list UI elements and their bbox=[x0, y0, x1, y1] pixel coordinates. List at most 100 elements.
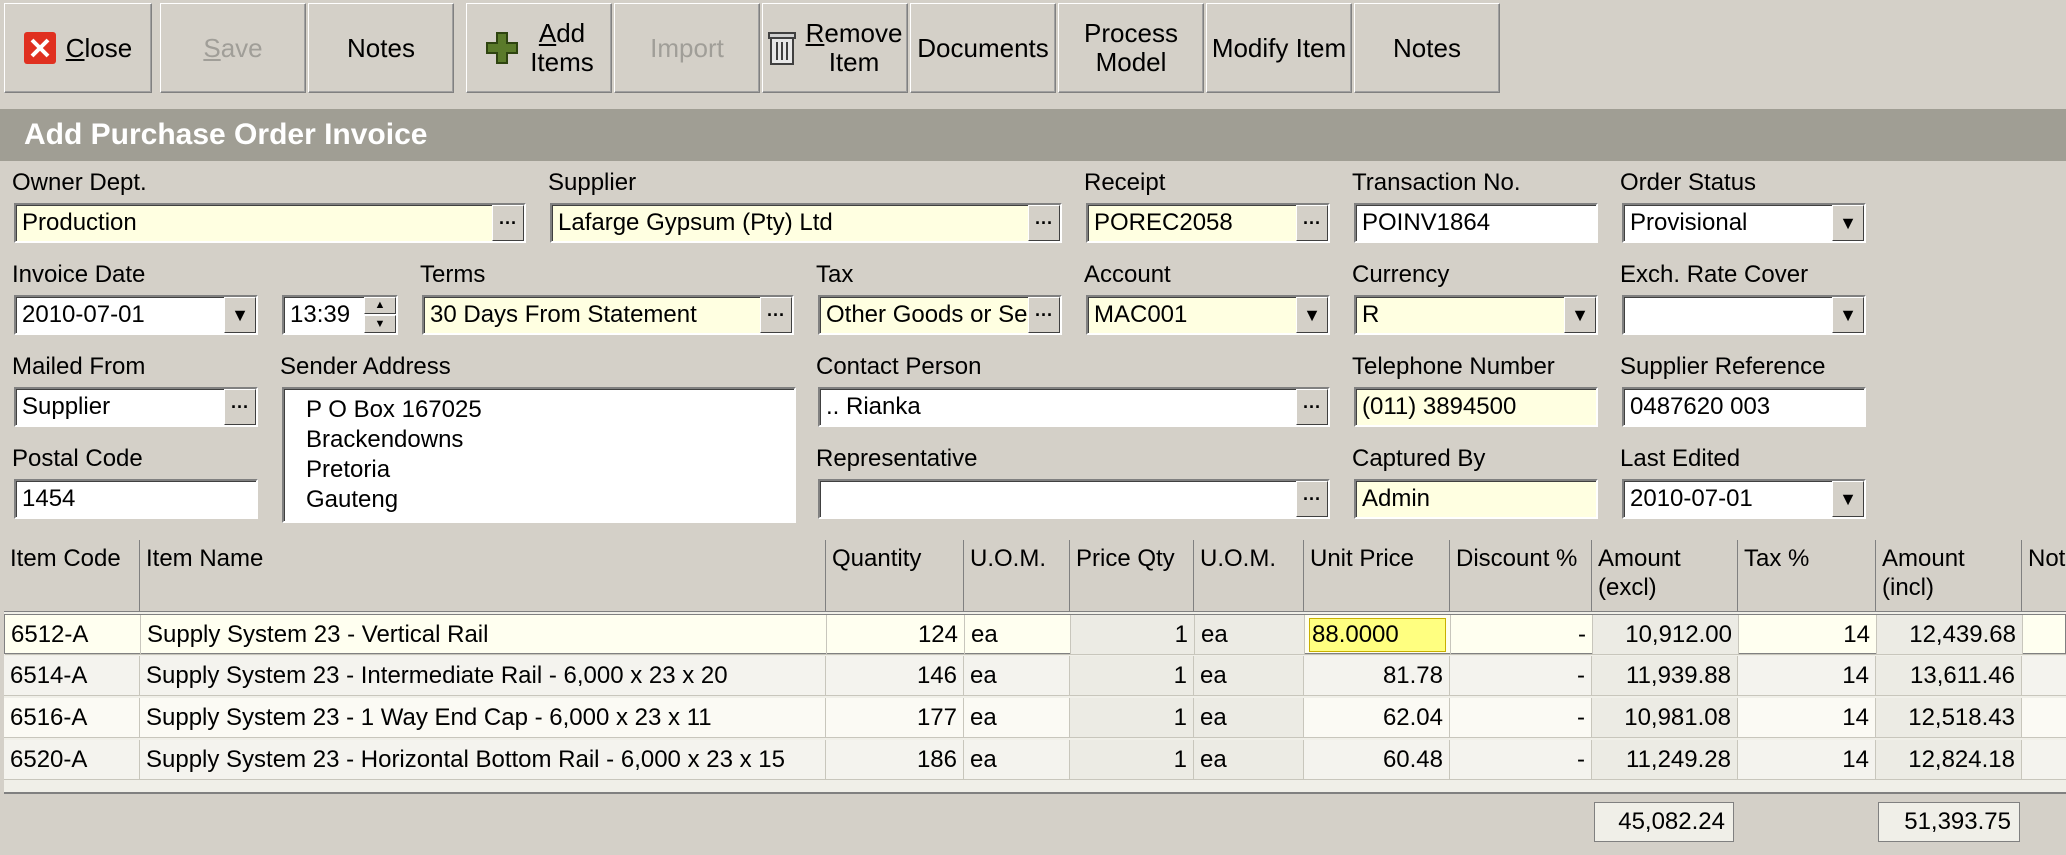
cell-notes[interactable] bbox=[2022, 740, 2066, 780]
mailed-from-lookup-button[interactable]: ··· bbox=[224, 389, 256, 425]
invoice-date-field[interactable]: 2010-07-01 ▼ bbox=[14, 295, 258, 335]
modify-item-button[interactable]: Modify Item bbox=[1206, 3, 1352, 93]
cell-amount-excl[interactable]: 11,249.28 bbox=[1592, 740, 1738, 780]
column-header-tax[interactable]: Tax % bbox=[1738, 540, 1876, 612]
cell-amount-incl[interactable]: 12,439.68 bbox=[1877, 615, 2023, 655]
cell-quantity[interactable]: 146 bbox=[826, 656, 964, 696]
column-header-unit-price[interactable]: Unit Price bbox=[1304, 540, 1450, 612]
cell-uom[interactable]: ea bbox=[965, 615, 1071, 655]
unit-price-editor[interactable]: 88.0000 bbox=[1305, 615, 1451, 655]
contact-person-field[interactable]: .. Rianka ··· bbox=[818, 387, 1330, 427]
cell-unit-price[interactable]: 62.04 bbox=[1304, 698, 1450, 738]
cell-notes[interactable] bbox=[2022, 698, 2066, 738]
table-row[interactable]: 6516-A Supply System 23 - 1 Way End Cap … bbox=[4, 698, 2066, 738]
spinner-down-icon[interactable]: ▼ bbox=[364, 315, 396, 333]
representative-field[interactable]: ··· bbox=[818, 479, 1330, 519]
notes-button-2[interactable]: Notes bbox=[1354, 3, 1500, 93]
remove-item-button[interactable]: Remove Item bbox=[762, 3, 908, 93]
cell-quantity[interactable]: 177 bbox=[826, 698, 964, 738]
close-button[interactable]: Close bbox=[4, 3, 152, 93]
cell-uom-2[interactable]: ea bbox=[1194, 740, 1304, 780]
transaction-no-field[interactable]: POINV1864 bbox=[1354, 203, 1598, 243]
cell-item-code[interactable]: 6512-A bbox=[5, 615, 141, 655]
receipt-lookup-button[interactable]: ··· bbox=[1296, 205, 1328, 241]
notes-button[interactable]: Notes bbox=[308, 3, 454, 93]
cell-item-name[interactable]: Supply System 23 - Vertical Rail bbox=[141, 615, 827, 655]
column-header-quantity[interactable]: Quantity bbox=[826, 540, 964, 612]
exch-rate-cover-select[interactable]: ▼ bbox=[1622, 295, 1866, 335]
process-model-button[interactable]: Process Model bbox=[1058, 3, 1204, 93]
cell-uom[interactable]: ea bbox=[964, 740, 1070, 780]
owner-dept-field[interactable]: Production ··· bbox=[14, 203, 526, 243]
column-header-item-code[interactable]: Item Code bbox=[4, 540, 140, 612]
cell-uom[interactable]: ea bbox=[964, 656, 1070, 696]
receipt-field[interactable]: POREC2058 ··· bbox=[1086, 203, 1330, 243]
cell-amount-incl[interactable]: 13,611.46 bbox=[1876, 656, 2022, 696]
table-row[interactable]: 6512-A Supply System 23 - Vertical Rail … bbox=[4, 614, 2066, 655]
contact-person-lookup-button[interactable]: ··· bbox=[1296, 389, 1328, 425]
table-row[interactable]: 6520-A Supply System 23 - Horizontal Bot… bbox=[4, 740, 2066, 780]
cell-uom-2[interactable]: ea bbox=[1194, 698, 1304, 738]
column-header-uom[interactable]: U.O.M. bbox=[964, 540, 1070, 612]
tax-field[interactable]: Other Goods or Se ··· bbox=[818, 295, 1062, 335]
chevron-down-icon[interactable]: ▼ bbox=[1296, 297, 1328, 333]
cell-item-name[interactable]: Supply System 23 - Intermediate Rail - 6… bbox=[140, 656, 826, 696]
chevron-down-icon[interactable]: ▼ bbox=[1564, 297, 1596, 333]
cell-discount[interactable]: - bbox=[1450, 656, 1592, 696]
column-header-item-name[interactable]: Item Name bbox=[140, 540, 826, 612]
documents-button[interactable]: Documents bbox=[910, 3, 1056, 93]
cell-unit-price[interactable]: 60.48 bbox=[1304, 740, 1450, 780]
cell-uom[interactable]: ea bbox=[964, 698, 1070, 738]
cell-discount[interactable]: - bbox=[1450, 698, 1592, 738]
save-button[interactable]: Save bbox=[160, 3, 306, 93]
account-select[interactable]: MAC001 ▼ bbox=[1086, 295, 1330, 335]
cell-amount-excl[interactable]: 10,981.08 bbox=[1592, 698, 1738, 738]
last-edited-field[interactable]: 2010-07-01 ▼ bbox=[1622, 479, 1866, 519]
add-items-button[interactable]: Add Items bbox=[466, 3, 612, 93]
supplier-lookup-button[interactable]: ··· bbox=[1028, 205, 1060, 241]
cell-item-name[interactable]: Supply System 23 - 1 Way End Cap - 6,000… bbox=[140, 698, 826, 738]
column-header-discount[interactable]: Discount % bbox=[1450, 540, 1592, 612]
column-header-price-qty[interactable]: Price Qty bbox=[1070, 540, 1194, 612]
chevron-down-icon[interactable]: ▼ bbox=[224, 297, 256, 333]
supplier-reference-field[interactable]: 0487620 003 bbox=[1622, 387, 1866, 427]
invoice-time-field[interactable]: 13:39 ▲ ▼ bbox=[282, 295, 398, 335]
chevron-down-icon[interactable]: ▼ bbox=[1832, 297, 1864, 333]
import-button[interactable]: Import bbox=[614, 3, 760, 93]
cell-price-qty[interactable]: 1 bbox=[1071, 615, 1195, 655]
owner-dept-lookup-button[interactable]: ··· bbox=[492, 205, 524, 241]
cell-amount-incl[interactable]: 12,824.18 bbox=[1876, 740, 2022, 780]
terms-field[interactable]: 30 Days From Statement ··· bbox=[422, 295, 794, 335]
cell-item-code[interactable]: 6514-A bbox=[4, 656, 140, 696]
cell-item-name[interactable]: Supply System 23 - Horizontal Bottom Rai… bbox=[140, 740, 826, 780]
cell-tax[interactable]: 14 bbox=[1738, 740, 1876, 780]
column-header-amount-incl[interactable]: Amount (incl) bbox=[1876, 540, 2022, 612]
cell-uom-2[interactable]: ea bbox=[1194, 656, 1304, 696]
cell-uom-2[interactable]: ea bbox=[1195, 615, 1305, 655]
cell-amount-excl[interactable]: 10,912.00 bbox=[1593, 615, 1739, 655]
cell-tax[interactable]: 14 bbox=[1739, 615, 1877, 655]
cell-tax[interactable]: 14 bbox=[1738, 698, 1876, 738]
order-status-select[interactable]: Provisional ▼ bbox=[1622, 203, 1866, 243]
cell-notes[interactable] bbox=[2023, 615, 2066, 655]
cell-notes[interactable] bbox=[2022, 656, 2066, 696]
spinner-up-icon[interactable]: ▲ bbox=[364, 297, 396, 314]
mailed-from-field[interactable]: Supplier ··· bbox=[14, 387, 258, 427]
telephone-field[interactable]: (011) 3894500 bbox=[1354, 387, 1598, 427]
column-header-uom-2[interactable]: U.O.M. bbox=[1194, 540, 1304, 612]
cell-quantity[interactable]: 124 bbox=[827, 615, 965, 655]
cell-amount-incl[interactable]: 12,518.43 bbox=[1876, 698, 2022, 738]
currency-select[interactable]: R ▼ bbox=[1354, 295, 1598, 335]
chevron-down-icon[interactable]: ▼ bbox=[1832, 205, 1864, 241]
supplier-field[interactable]: Lafarge Gypsum (Pty) Ltd ··· bbox=[550, 203, 1062, 243]
cell-price-qty[interactable]: 1 bbox=[1070, 740, 1194, 780]
cell-price-qty[interactable]: 1 bbox=[1070, 656, 1194, 696]
cell-item-code[interactable]: 6520-A bbox=[4, 740, 140, 780]
cell-tax[interactable]: 14 bbox=[1738, 656, 1876, 696]
cell-quantity[interactable]: 186 bbox=[826, 740, 964, 780]
chevron-down-icon[interactable]: ▼ bbox=[1832, 481, 1864, 517]
cell-discount[interactable]: - bbox=[1450, 740, 1592, 780]
column-header-amount-excl[interactable]: Amount (excl) bbox=[1592, 540, 1738, 612]
cell-unit-price[interactable]: 81.78 bbox=[1304, 656, 1450, 696]
sender-address-textarea[interactable]: P O Box 167025 Brackendowns Pretoria Gau… bbox=[282, 387, 796, 523]
